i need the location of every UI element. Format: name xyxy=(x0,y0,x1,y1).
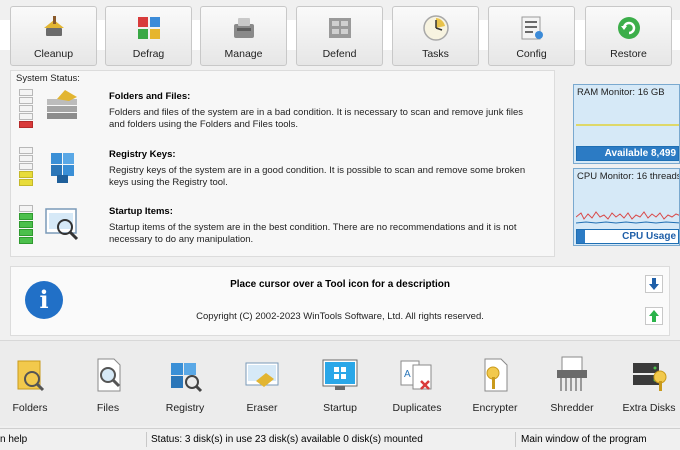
arrow-down-icon xyxy=(649,278,659,290)
tool-extra-disks-label: Extra Disks xyxy=(622,402,676,414)
scroll-up-button[interactable] xyxy=(645,307,663,325)
tool-folders[interactable]: Folders xyxy=(0,349,68,421)
status-disks-text: Status: 3 disk(s) in use 23 disk(s) avai… xyxy=(151,434,423,445)
extra-disks-icon xyxy=(633,363,667,391)
system-status-panel: System Status: Folders and Files: Folder… xyxy=(10,70,555,257)
registry-icon xyxy=(171,363,203,393)
tool-registry-label: Registry xyxy=(165,402,205,414)
defend-button[interactable]: Defend xyxy=(296,6,383,66)
tool-shredder[interactable]: Shredder xyxy=(534,349,610,421)
ram-monitor: RAM Monitor: 16 GB Available 8,499 xyxy=(573,84,680,164)
tasks-button[interactable]: Tasks xyxy=(392,6,479,66)
top-toolbar: Cleanup Defrag Manage Defend Tasks Confi… xyxy=(0,0,680,70)
manage-button[interactable]: Manage xyxy=(200,6,287,66)
defend-label: Defend xyxy=(322,48,357,60)
cpu-monitor-title: CPU Monitor: 16 threads xyxy=(577,171,680,182)
tool-folders-label: Folders xyxy=(12,402,48,414)
cpu-monitor: CPU Monitor: 16 threads CPU Usage xyxy=(573,168,680,246)
registry-keys-title: Registry Keys: xyxy=(109,149,176,160)
folders-files-title: Folders and Files: xyxy=(109,91,191,102)
tool-encrypter[interactable]: Encrypter xyxy=(457,349,533,421)
config-label: Config xyxy=(516,48,547,60)
startup-status-meter xyxy=(19,205,33,247)
files-icon xyxy=(97,358,121,392)
config-icon xyxy=(521,16,543,40)
tool-files[interactable]: Files xyxy=(70,349,146,421)
defrag-icon xyxy=(137,17,160,39)
status-bar: n help Status: 3 disk(s) in use 23 disk(… xyxy=(0,428,680,450)
tool-duplicates[interactable]: A Duplicates xyxy=(379,349,455,421)
ram-available-label: Available 8,499 xyxy=(604,148,676,159)
startup-icon xyxy=(322,359,358,390)
status-help-text: n help xyxy=(0,434,28,445)
cleanup-button[interactable]: Cleanup xyxy=(10,6,97,66)
restore-button[interactable]: Restore xyxy=(585,6,672,66)
eraser-icon xyxy=(245,362,279,387)
svg-text:A: A xyxy=(404,369,411,380)
startup-items-status-icon xyxy=(45,208,79,241)
config-button[interactable]: Config xyxy=(488,6,575,66)
status-window-text: Main window of the program xyxy=(521,434,647,445)
defrag-button[interactable]: Defrag xyxy=(105,6,192,66)
restore-icon xyxy=(617,17,640,39)
registry-status-meter xyxy=(19,147,33,189)
tools-bar: Folders Files Registry Eraser Startup A … xyxy=(0,340,680,426)
tasks-clock-icon xyxy=(422,15,449,41)
copyright-text: Copyright (C) 2002-2023 WinTools Softwar… xyxy=(196,311,484,322)
cleanup-label: Cleanup xyxy=(33,48,74,60)
defend-icon xyxy=(328,18,351,38)
system-status-heading: System Status: xyxy=(16,73,80,84)
registry-keys-status-icon xyxy=(51,153,74,183)
defrag-label: Defrag xyxy=(132,48,165,60)
tasks-label: Tasks xyxy=(422,48,449,60)
status-separator xyxy=(146,432,147,447)
tool-description-title: Place cursor over a Tool icon for a desc… xyxy=(230,279,450,290)
scroll-down-button[interactable] xyxy=(645,275,663,293)
tool-shredder-label: Shredder xyxy=(550,402,594,414)
manage-label: Manage xyxy=(224,48,263,60)
ram-monitor-title: RAM Monitor: 16 GB xyxy=(577,87,665,98)
folders-status-meter xyxy=(19,89,33,131)
cleanup-icon xyxy=(43,16,64,36)
folders-files-text: Folders and files of the system are in a… xyxy=(109,107,523,130)
duplicates-icon: A xyxy=(400,360,432,390)
description-panel: i Place cursor over a Tool icon for a de… xyxy=(10,266,670,336)
cpu-usage-label: CPU Usage xyxy=(622,231,676,242)
arrow-up-icon xyxy=(649,310,659,322)
tool-registry[interactable]: Registry xyxy=(147,349,223,421)
folders-icon xyxy=(17,360,45,392)
tool-eraser[interactable]: Eraser xyxy=(224,349,300,421)
cpu-usage-graph xyxy=(576,211,679,224)
startup-items-text: Startup items of the system are in the b… xyxy=(109,222,517,245)
folders-files-status-icon xyxy=(47,90,77,119)
tool-extra-disks[interactable]: Extra Disks xyxy=(611,349,680,421)
shredder-icon xyxy=(557,356,587,391)
encrypter-icon xyxy=(484,358,508,392)
restore-label: Restore xyxy=(610,48,647,60)
manage-icon xyxy=(233,18,254,38)
ram-available-bar: Available 8,499 xyxy=(576,146,679,161)
status-separator xyxy=(515,432,516,447)
tool-eraser-label: Eraser xyxy=(246,402,278,414)
tool-duplicates-label: Duplicates xyxy=(392,402,442,414)
tool-encrypter-label: Encrypter xyxy=(472,402,518,414)
startup-items-title: Startup Items: xyxy=(109,206,173,217)
registry-keys-text: Registry keys of the system are in a goo… xyxy=(109,165,526,188)
tool-startup-label: Startup xyxy=(323,402,357,414)
tool-startup[interactable]: Startup xyxy=(302,349,378,421)
ram-usage-graph xyxy=(576,124,679,126)
cpu-usage-bar: CPU Usage xyxy=(576,229,679,244)
tool-files-label: Files xyxy=(96,402,120,414)
